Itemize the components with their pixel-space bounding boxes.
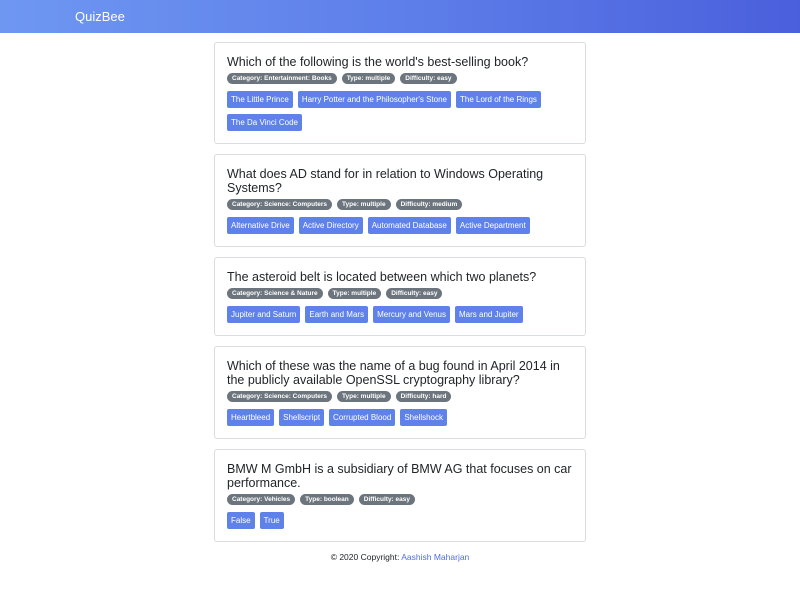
category-badge: Category: Science & Nature bbox=[227, 288, 323, 299]
category-badge: Category: Vehicles bbox=[227, 494, 296, 505]
question-card: Which of these was the name of a bug fou… bbox=[214, 346, 586, 439]
category-badge: Category: Entertainment: Books bbox=[227, 73, 337, 84]
quiz-list: Which of the following is the world's be… bbox=[214, 42, 586, 562]
question-meta: Category: Entertainment: Books Type: mul… bbox=[227, 73, 573, 84]
question-card: What does AD stand for in relation to Wi… bbox=[214, 154, 586, 247]
answer-button[interactable]: True bbox=[259, 512, 284, 529]
copyright-text: © 2020 Copyright: bbox=[330, 552, 400, 562]
answer-button[interactable]: False bbox=[227, 512, 255, 529]
question-card: The asteroid belt is located between whi… bbox=[214, 257, 586, 336]
question-text: BMW M GmbH is a subsidiary of BMW AG tha… bbox=[227, 462, 572, 490]
question-text: Which of these was the name of a bug fou… bbox=[227, 359, 560, 387]
answer-button[interactable]: Automated Database bbox=[367, 217, 451, 234]
difficulty-badge: Difficulty: hard bbox=[395, 391, 452, 402]
difficulty-badge: Difficulty: easy bbox=[358, 494, 415, 505]
question-text: The asteroid belt is located between whi… bbox=[227, 270, 537, 284]
answer-button[interactable]: Active Directory bbox=[298, 217, 363, 234]
category-badge: Category: Science: Computers bbox=[227, 199, 332, 210]
question-meta: Category: Science: Computers Type: multi… bbox=[227, 199, 573, 210]
answer-button[interactable]: The Da Vinci Code bbox=[227, 114, 302, 131]
answer-options: The Little Prince Harry Potter and the P… bbox=[227, 91, 573, 131]
type-badge: Type: multiple bbox=[341, 73, 396, 84]
navbar: QuizBee bbox=[0, 0, 800, 33]
answer-options: Jupiter and Saturn Earth and Mars Mercur… bbox=[227, 306, 573, 323]
answer-button[interactable]: Corrupted Blood bbox=[329, 409, 396, 426]
question-meta: Category: Science & Nature Type: multipl… bbox=[227, 288, 573, 299]
answer-button[interactable]: Mercury and Venus bbox=[373, 306, 451, 323]
difficulty-badge: Difficulty: easy bbox=[400, 73, 457, 84]
answer-button[interactable]: Earth and Mars bbox=[305, 306, 369, 323]
answer-button[interactable]: Jupiter and Saturn bbox=[227, 306, 301, 323]
type-badge: Type: multiple bbox=[337, 199, 391, 210]
type-badge: Type: boolean bbox=[300, 494, 354, 505]
answer-button[interactable]: Active Department bbox=[455, 217, 530, 234]
question-card: Which of the following is the world's be… bbox=[214, 42, 586, 144]
answer-button[interactable]: Mars and Jupiter bbox=[455, 306, 523, 323]
type-badge: Type: multiple bbox=[327, 288, 382, 299]
answer-button[interactable]: The Little Prince bbox=[227, 91, 293, 108]
question-text: Which of the following is the world's be… bbox=[227, 55, 529, 69]
footer: © 2020 Copyright: Aashish Maharjan bbox=[214, 552, 586, 562]
answer-button[interactable]: Heartbleed bbox=[227, 409, 275, 426]
type-badge: Type: multiple bbox=[337, 391, 391, 402]
answer-button[interactable]: Alternative Drive bbox=[227, 217, 294, 234]
answer-options: Heartbleed Shellscript Corrupted Blood S… bbox=[227, 409, 573, 426]
brand-logo[interactable]: QuizBee bbox=[75, 9, 125, 24]
answer-button[interactable]: The Lord of the Rings bbox=[455, 91, 541, 108]
question-meta: Category: Vehicles Type: boolean Difficu… bbox=[227, 494, 573, 505]
difficulty-badge: Difficulty: medium bbox=[395, 199, 463, 210]
category-badge: Category: Science: Computers bbox=[227, 391, 332, 402]
answer-button[interactable]: Harry Potter and the Philosopher's Stone bbox=[297, 91, 451, 108]
answer-options: Alternative Drive Active Directory Autom… bbox=[227, 217, 573, 234]
author-link[interactable]: Aashish Maharjan bbox=[401, 552, 469, 562]
question-text: What does AD stand for in relation to Wi… bbox=[227, 167, 544, 195]
difficulty-badge: Difficulty: easy bbox=[386, 288, 443, 299]
answer-button[interactable]: Shellshock bbox=[400, 409, 447, 426]
question-card: BMW M GmbH is a subsidiary of BMW AG tha… bbox=[214, 449, 586, 542]
question-meta: Category: Science: Computers Type: multi… bbox=[227, 391, 573, 402]
answer-options: False True bbox=[227, 512, 573, 529]
answer-button[interactable]: Shellscript bbox=[279, 409, 325, 426]
